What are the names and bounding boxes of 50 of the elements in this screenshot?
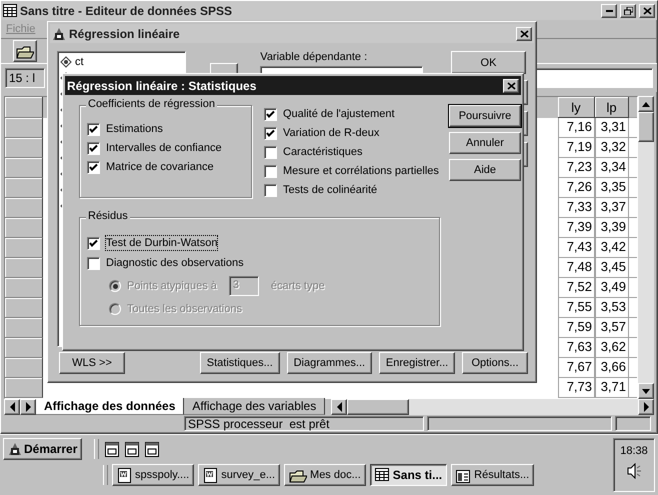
table-cell: 7,48 <box>558 258 595 278</box>
checkbox-label: Matrice de covariance <box>106 160 214 174</box>
table-cell: 3,62 <box>595 338 629 358</box>
table-cell: 3,32 <box>595 138 629 158</box>
checkbox-label: Test de Durbin-Watson <box>106 236 218 250</box>
table-cell: 7,55 <box>558 298 595 318</box>
table-cell: 7,39 <box>558 218 595 238</box>
table-cell: 7,16 <box>558 118 595 138</box>
table-cell: 3,71 <box>595 378 629 398</box>
table-cell: 3,57 <box>595 318 629 338</box>
table-cell: 3,39 <box>595 218 629 238</box>
checkbox-label: Diagnostic des observations <box>106 256 244 270</box>
radio-label: Toutes les observations <box>127 302 242 316</box>
checkbox-label: Mesure et corrélations partielles <box>283 164 439 178</box>
status-text: SPSS processeur est prêt <box>184 416 424 431</box>
cell-reference: 15 : l <box>5 68 45 88</box>
group-title: Coefficients de régression <box>86 98 217 110</box>
clock: 18:38 <box>620 445 648 457</box>
table-cell: 7,52 <box>558 278 595 298</box>
checkbox-label: Estimations <box>106 122 163 136</box>
radio-label: Points atypiques à <box>127 279 217 293</box>
table-cell: 3,42 <box>595 238 629 258</box>
window-title: Sans titre - Editeur de données SPSS <box>20 4 232 18</box>
table-cell: 7,26 <box>558 178 595 198</box>
dialog-title: Régression linéaire <box>69 26 180 40</box>
field-label: Variable dépendante : <box>260 51 368 63</box>
table-cell: 7,23 <box>558 158 595 178</box>
table-cell: 7,59 <box>558 318 595 338</box>
table-cell: 3,34 <box>595 158 629 178</box>
table-cell: 3,66 <box>595 358 629 378</box>
checkbox-label: Intervalles de confiance <box>106 141 222 155</box>
table-cell: 7,73 <box>558 378 595 398</box>
table-cell: 3,53 <box>595 298 629 318</box>
dialog-title: Régression linéaire : Statistiques <box>67 78 256 92</box>
table-cell: 3,31 <box>595 118 629 138</box>
unit-label: écarts type <box>270 279 325 293</box>
table-cell: 3,35 <box>595 178 629 198</box>
table-cell: 3,49 <box>595 278 629 298</box>
table-cell: 7,67 <box>558 358 595 378</box>
checkbox-label: Variation de R-deux <box>283 126 380 140</box>
table-cell: 7,19 <box>558 138 595 158</box>
table-cell: 7,43 <box>558 238 595 258</box>
group-title: Résidus <box>86 210 130 222</box>
checkbox-label: Qualité de l'ajustement <box>283 107 395 121</box>
table-cell: 7,33 <box>558 198 595 218</box>
table-cell: 3,45 <box>595 258 629 278</box>
checkbox-label: Tests de colinéarité <box>283 183 378 197</box>
table-cell: 7,63 <box>558 338 595 358</box>
checkbox-label: Caractéristiques <box>283 145 362 159</box>
table-cell: 3,37 <box>595 198 629 218</box>
